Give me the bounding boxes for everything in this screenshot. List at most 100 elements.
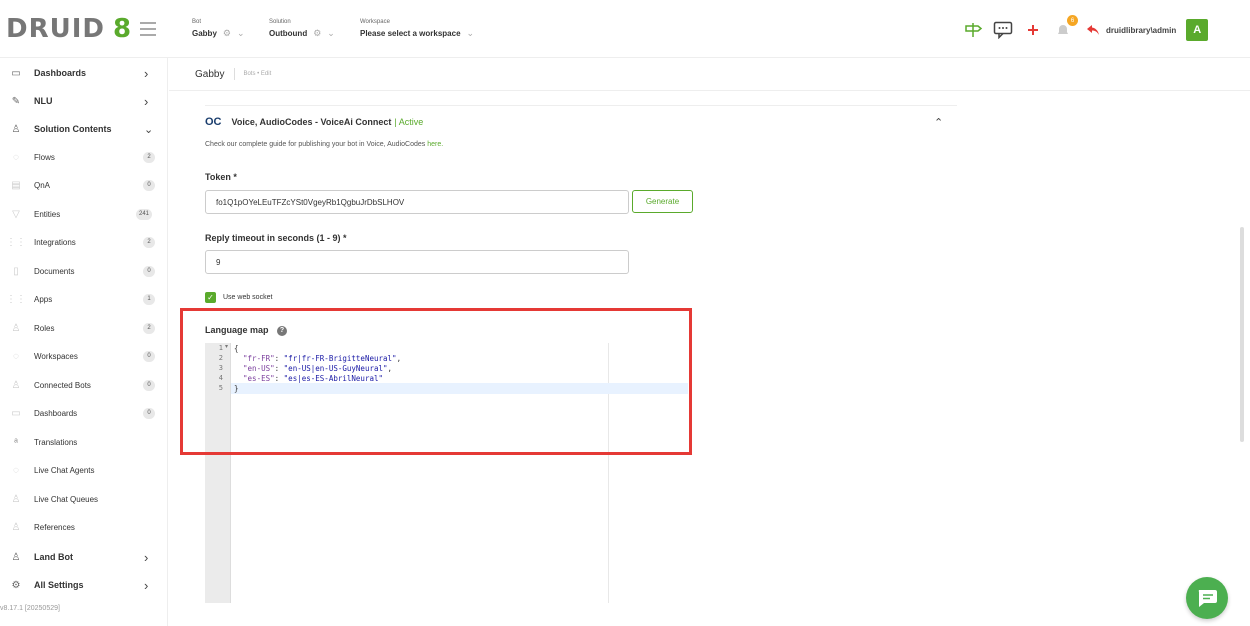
sidebar-item-entities[interactable]: ▽ Entities 241 [0,201,168,227]
druid-logo[interactable]: DRUID 8 [6,14,132,44]
sidebar-item-label: Workspaces [34,351,78,361]
sidebar-item-label: Documents [34,266,75,276]
agent-icon: ◌ [13,464,19,476]
sidebar-item-label: Flows [34,152,55,162]
divider [205,105,957,106]
user-name[interactable]: druidlibrary\admin [1106,26,1176,35]
channel-title: Voice, AudioCodes - VoiceAi Connect [231,117,392,127]
qna-icon: ▤ [11,179,21,191]
nlu-icon: ✎ [11,95,21,107]
queue-icon: ♙ [11,493,21,505]
sidebar-item-all-settings[interactable]: ⚙ All Settings › [0,572,168,598]
sidebar-item-label: NLU [34,96,53,106]
sidebar-item-label: QnA [34,180,51,190]
breadcrumb-divider [234,68,236,80]
sidebar-item-dashboards[interactable]: ▭ Dashboards › [0,60,168,86]
chat-preview-icon[interactable] [992,19,1014,41]
sidebar-item-nlu[interactable]: ✎ NLU › [0,88,168,114]
channel-section-header[interactable]: OC Voice, AudioCodes - VoiceAi Connect |… [205,116,423,128]
sidebar-item-qna[interactable]: ▤ QnA 0 [0,172,168,198]
sidebar-item-dashboards-sub[interactable]: ▭ Dashboards 0 [0,400,168,426]
count-badge: 241 [136,208,153,220]
sidebar-item-translations[interactable]: ᵃ Translations [0,429,168,455]
sidebar-item-live-chat-queues[interactable]: ♙ Live Chat Queues [0,486,168,512]
chevron-down-icon[interactable]: ⌄ [237,28,245,39]
gear-icon[interactable]: ⚙ [313,28,321,39]
sidebar-item-flows[interactable]: ◌ Flows 2 [0,144,168,170]
sidebar-item-apps[interactable]: ⋮⋮ Apps 1 [0,286,168,312]
workspace-selector[interactable]: Workspace Please select a workspace ⌄ [360,19,474,39]
sidebar-item-label: Entities [34,209,61,219]
channel-status: | Active [394,117,424,127]
token-input[interactable]: fo1Q1pOYeLEuTFZcYSt0VgeyRb1QgbuJrDbSLHOV [205,190,629,214]
chevron-right-icon: › [144,93,149,109]
workspaces-icon: ◌ [13,350,19,362]
back-arrow-icon[interactable] [1082,19,1104,41]
solution-selector-label: Solution [269,19,291,25]
notifications-icon[interactable]: 6 [1052,15,1078,41]
solution-icon: ♙ [11,123,21,135]
scrollbar[interactable] [1240,227,1244,442]
logo-text: DRUID [6,14,105,44]
token-label: Token * [205,172,237,182]
gear-icon[interactable]: ⚙ [223,28,231,39]
settings-icon: ⚙ [11,579,21,591]
roles-icon: ♙ [11,322,21,334]
avatar[interactable]: A [1186,19,1209,41]
sidebar-item-documents[interactable]: ▯ Documents 0 [0,258,168,284]
solution-selector-value: Outbound [269,29,308,38]
guide-text-body: Check our complete guide for publishing … [205,141,428,148]
chevron-down-icon[interactable]: ⌄ [327,28,335,39]
sidebar-item-connected-bots[interactable]: ♙ Connected Bots 0 [0,372,168,398]
timeout-input[interactable]: 9 [205,250,629,274]
breadcrumb-path[interactable]: Bots • Edit [243,71,271,77]
count-badge: 2 [143,151,155,163]
chevron-right-icon: › [144,577,149,593]
sidebar-item-solution-contents[interactable]: ♙ Solution Contents ⌄ [0,116,168,142]
websocket-checkbox-row[interactable]: ✓ Use web socket [205,292,272,303]
sidebar-item-label: References [34,522,75,532]
chevron-down-icon: ⌄ [144,123,154,136]
sidebar-item-label: Connected Bots [34,380,91,390]
chevron-down-icon[interactable]: ⌄ [467,28,475,39]
entities-icon: ▽ [12,208,20,220]
guide-text: Check our complete guide for publishing … [205,141,443,148]
timeout-label: Reply timeout in seconds (1 - 9) * [205,233,347,243]
sidebar-item-land-bot[interactable]: ♙ Land Bot › [0,544,168,570]
generate-button[interactable]: Generate [632,190,693,213]
chevron-right-icon: › [144,65,149,81]
chevron-up-icon[interactable]: ⌃ [934,116,943,129]
landbot-icon: ♙ [11,551,21,563]
sidebar-item-references[interactable]: ♙ References [0,514,168,540]
count-badge: 0 [143,265,155,277]
guide-link[interactable]: here. [427,141,443,148]
signpost-icon[interactable] [962,19,984,41]
notification-badge: 6 [1067,15,1078,26]
menu-toggle-icon[interactable] [140,22,156,40]
count-badge: 0 [143,407,155,419]
bot-selector-label: Bot [192,19,202,25]
apps-icon: ⋮⋮ [6,293,26,305]
count-badge: 0 [143,350,155,362]
bot-selector[interactable]: Bot Gabby ⚙ ⌄ [192,19,245,39]
count-badge: 1 [143,293,155,305]
sidebar: ▭ Dashboards › ✎ NLU › ♙ Solution Conten… [0,58,168,626]
solution-selector[interactable]: Solution Outbound ⚙ ⌄ [269,19,335,39]
page-title: Gabby [195,68,225,80]
chat-widget-button[interactable] [1186,577,1228,619]
annotation-highlight-box [180,308,692,455]
logo-version: 8 [112,14,133,44]
flows-icon: ◌ [13,151,19,163]
sidebar-item-integrations[interactable]: ⋮⋮ Integrations 2 [0,229,168,255]
references-icon: ♙ [11,521,21,533]
dashboard-icon: ▭ [11,67,21,79]
websocket-checkbox[interactable]: ✓ [205,292,216,303]
sidebar-item-live-chat-agents[interactable]: ◌ Live Chat Agents [0,457,168,483]
count-badge: 2 [143,236,155,248]
add-icon[interactable] [1022,19,1044,41]
sidebar-item-workspaces[interactable]: ◌ Workspaces 0 [0,343,168,369]
sidebar-item-label: Dashboards [34,68,87,78]
sidebar-item-roles[interactable]: ♙ Roles 2 [0,315,168,341]
bot-selector-value: Gabby [192,29,217,38]
integrations-icon: ⋮⋮ [6,236,26,248]
